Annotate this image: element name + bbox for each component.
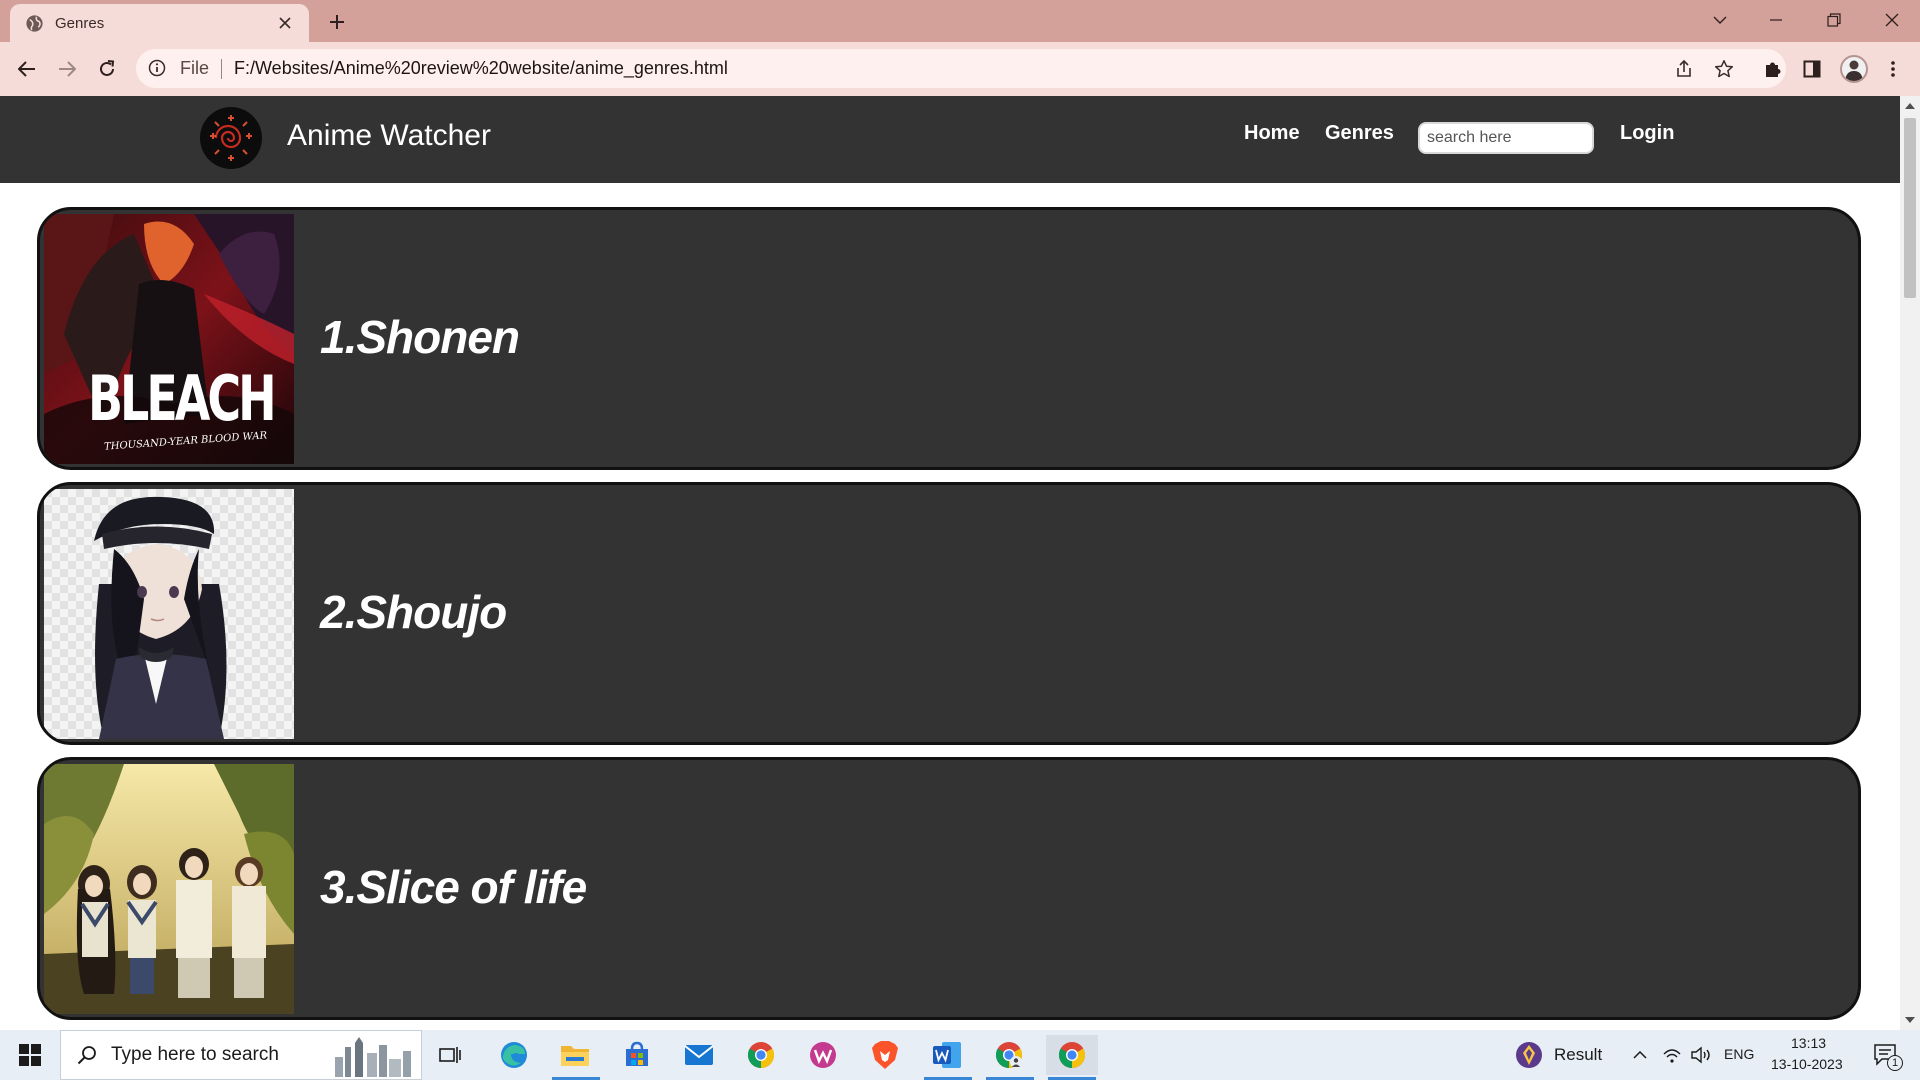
genre-thumbnail-slice-of-life[interactable]	[44, 764, 294, 1014]
globe-icon	[25, 14, 44, 33]
forward-arrow-icon[interactable]	[52, 54, 82, 84]
genre-thumbnail-shonen[interactable]: BLEACH THOUSAND-YEAR BLOOD WAR	[44, 214, 294, 464]
genre-card-shoujo[interactable]: 2.Shoujo	[37, 482, 1861, 745]
mail-icon[interactable]	[679, 1035, 719, 1075]
back-arrow-icon[interactable]	[12, 54, 42, 84]
browser-toolbar: File F:/Websites/Anime%20review%20websit…	[0, 42, 1920, 96]
page-scrollbar[interactable]	[1900, 96, 1920, 1030]
weather-result-label[interactable]: Result	[1554, 1045, 1602, 1065]
chrome-profile-icon[interactable]	[989, 1035, 1029, 1075]
genre-title[interactable]: 2.Shoujo	[320, 585, 507, 639]
brave-browser-icon[interactable]	[865, 1035, 905, 1075]
page-viewport: Anime Watcher Home Genres Login	[0, 96, 1900, 1030]
windows-taskbar: Type here to search Result ENG 13:13 13-…	[0, 1030, 1920, 1080]
tab-title: Genres	[55, 14, 105, 32]
nav-login-link[interactable]: Login	[1620, 122, 1674, 145]
chrome-active-icon[interactable]	[1046, 1035, 1098, 1075]
restore-icon[interactable]	[1806, 0, 1862, 40]
site-logo[interactable]	[200, 107, 262, 169]
close-tab-icon[interactable]	[275, 13, 295, 33]
edge-browser-icon[interactable]	[494, 1035, 534, 1075]
scrollbar-thumb[interactable]	[1904, 118, 1916, 298]
genre-title[interactable]: 3.Slice of life	[320, 860, 587, 914]
url-text[interactable]: F:/Websites/Anime%20review%20website/ani…	[234, 58, 728, 79]
taskbar-search-placeholder: Type here to search	[111, 1044, 279, 1065]
genre-thumbnail-shoujo[interactable]	[44, 489, 294, 739]
clock-time[interactable]: 13:13	[1791, 1035, 1826, 1051]
genre-card-shonen[interactable]: BLEACH THOUSAND-YEAR BLOOD WAR 1.Shonen	[37, 207, 1861, 470]
reload-icon[interactable]	[92, 54, 122, 84]
site-search-input[interactable]	[1418, 122, 1594, 154]
network-wifi-icon[interactable]	[1660, 1035, 1684, 1075]
scroll-up-arrow-icon[interactable]	[1900, 98, 1920, 114]
site-brand-title[interactable]: Anime Watcher	[287, 119, 491, 153]
minimize-icon[interactable]	[1748, 0, 1804, 40]
thumbnail-logo-text: BLEACH	[88, 362, 277, 435]
omnibox-divider	[221, 58, 223, 79]
weather-result-icon[interactable]	[1513, 1035, 1545, 1075]
side-panel-icon[interactable]	[1797, 54, 1827, 84]
genre-title[interactable]: 1.Shonen	[320, 310, 520, 364]
microsoft-store-icon[interactable]	[617, 1035, 657, 1075]
nav-genres-link[interactable]: Genres	[1325, 122, 1394, 145]
task-view-icon[interactable]	[432, 1035, 468, 1075]
nav-home-link[interactable]: Home	[1244, 122, 1300, 145]
share-icon[interactable]	[1672, 57, 1696, 81]
new-tab-button[interactable]	[322, 9, 352, 35]
info-icon[interactable]	[148, 59, 168, 79]
search-icon	[77, 1045, 97, 1065]
show-hidden-icons-chevron-icon[interactable]	[1628, 1035, 1652, 1075]
search-highlight-city-icon	[329, 1037, 415, 1077]
extensions-puzzle-icon[interactable]	[1758, 54, 1788, 84]
browser-menu-kebab-icon[interactable]	[1878, 54, 1908, 84]
tab-search-icon[interactable]	[1692, 0, 1748, 40]
browser-tab-genres[interactable]: Genres	[10, 4, 309, 42]
word-icon[interactable]	[927, 1035, 967, 1075]
windows-start-icon[interactable]	[8, 1035, 52, 1075]
clock-date[interactable]: 13-10-2023	[1771, 1056, 1843, 1072]
volume-speaker-icon[interactable]	[1688, 1035, 1714, 1075]
site-header: Anime Watcher Home Genres Login	[0, 96, 1900, 183]
close-window-icon[interactable]	[1864, 0, 1920, 40]
scroll-down-arrow-icon[interactable]	[1900, 1012, 1920, 1028]
input-language-indicator[interactable]: ENG	[1724, 1046, 1754, 1062]
file-explorer-icon[interactable]	[555, 1035, 595, 1075]
profile-avatar[interactable]	[1840, 55, 1868, 83]
notification-count-badge: 1	[1887, 1055, 1903, 1071]
omnibox-scheme: File	[180, 58, 210, 78]
taskbar-search-box[interactable]: Type here to search	[60, 1030, 422, 1080]
bookmark-star-icon[interactable]	[1712, 57, 1736, 81]
address-bar[interactable]: File F:/Websites/Anime%20review%20websit…	[136, 49, 1786, 88]
chrome-icon[interactable]	[741, 1035, 781, 1075]
browser-tabstrip: Genres	[0, 0, 1920, 42]
wps-office-icon[interactable]	[803, 1035, 843, 1075]
notification-center-icon[interactable]: 1	[1866, 1035, 1906, 1075]
genre-card-slice-of-life[interactable]: 3.Slice of life	[37, 757, 1861, 1020]
